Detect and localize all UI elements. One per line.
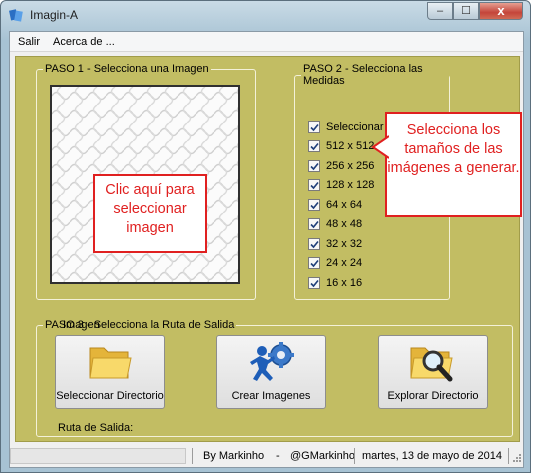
step2-annotation: Selecciona los tamaños de las imágenes a… xyxy=(387,122,520,176)
app-window: Imagin-A ‒ ☐ x Salir Acerca de ... PASO … xyxy=(0,0,531,473)
checkbox-box[interactable] xyxy=(308,179,320,191)
checkbox-label: 24 x 24 xyxy=(326,257,363,269)
menu-salir[interactable]: Salir xyxy=(18,36,40,48)
folder-search-icon xyxy=(408,342,458,387)
status-separator xyxy=(354,448,355,464)
date-text: martes, 13 de mayo de 2014 xyxy=(362,450,503,462)
checkbox-box[interactable] xyxy=(308,160,320,172)
bubble-tail xyxy=(371,135,389,159)
checkbox-128[interactable]: 128 x 128 xyxy=(308,177,374,193)
status-separator xyxy=(192,448,193,464)
create-images-label: Crear Imagenes xyxy=(231,390,311,402)
checkbox-512[interactable]: 512 x 512 xyxy=(308,138,374,154)
maximize-button[interactable]: ☐ xyxy=(453,2,479,20)
checkbox-label: 128 x 128 xyxy=(326,179,375,191)
step2-legend: PASO 2 - Selecciona las Medidas xyxy=(303,63,423,87)
status-bar: By Markinho - @GMarkinho martes, 13 de m… xyxy=(10,445,523,467)
twitter-handle: @GMarkinho xyxy=(290,450,355,462)
step3-legend: PASO 3 - Selecciona la Ruta de Salida xyxy=(45,319,235,331)
minimize-button[interactable]: ‒ xyxy=(427,2,453,20)
progress-cell xyxy=(10,448,186,464)
close-button[interactable]: x xyxy=(479,2,523,20)
checkbox-24[interactable]: 24 x 24 xyxy=(308,255,362,271)
menu-acerca-de[interactable]: Acerca de ... xyxy=(53,36,115,48)
checkbox-32[interactable]: 32 x 32 xyxy=(308,236,362,252)
checkbox-box[interactable] xyxy=(308,238,320,250)
checkbox-box[interactable] xyxy=(308,277,320,289)
dash-text: - xyxy=(276,450,280,462)
explore-directory-button[interactable]: Explorar Directorio xyxy=(378,335,488,409)
checkbox-48[interactable]: 48 x 48 xyxy=(308,216,362,232)
running-man-gear-icon xyxy=(248,342,294,387)
checkbox-box[interactable] xyxy=(308,121,320,133)
status-separator xyxy=(508,448,509,464)
author-text: By Markinho xyxy=(203,450,265,462)
checkbox-box[interactable] xyxy=(308,140,320,152)
checkbox-label: 256 x 256 xyxy=(326,160,375,172)
checkbox-box[interactable] xyxy=(308,199,320,211)
select-directory-button[interactable]: Seleccionar Directorio xyxy=(55,335,165,409)
explore-directory-label: Explorar Directorio xyxy=(387,390,479,402)
folder-icon xyxy=(87,342,133,385)
menu-bar: Salir Acerca de ... xyxy=(10,32,523,52)
checkbox-box[interactable] xyxy=(308,218,320,230)
checkbox-64[interactable]: 64 x 64 xyxy=(308,197,362,213)
checkbox-label: 48 x 48 xyxy=(326,218,363,230)
checkbox-box[interactable] xyxy=(308,257,320,269)
checkbox-256[interactable]: 256 x 256 xyxy=(308,158,374,174)
app-icon xyxy=(8,7,24,23)
checkbox-label: 16 x 16 xyxy=(326,277,363,289)
window-title: Imagin-A xyxy=(30,8,79,22)
step1-legend: PASO 1 - Selecciona una Imagen xyxy=(45,63,209,75)
client-area: Salir Acerca de ... PASO 1 - Selecciona … xyxy=(9,31,524,468)
create-images-button[interactable]: Crear Imagenes xyxy=(216,335,326,409)
title-bar[interactable]: Imagin-A ‒ ☐ x xyxy=(1,1,530,29)
window-controls: ‒ ☐ x xyxy=(427,2,523,21)
checkbox-16[interactable]: 16 x 16 xyxy=(308,275,362,291)
checkbox-label: 512 x 512 xyxy=(326,140,375,152)
checkbox-label: 64 x 64 xyxy=(326,199,363,211)
step2-annotation-bubble: Selecciona los tamaños de las imágenes a… xyxy=(371,112,522,217)
select-directory-label: Seleccionar Directorio xyxy=(56,390,164,402)
output-path-label: Ruta de Salida: xyxy=(58,422,134,434)
step1-annotation: Clic aquí para seleccionar imagen xyxy=(93,174,207,253)
checkbox-label: 32 x 32 xyxy=(326,238,363,250)
resize-grip-icon[interactable] xyxy=(511,452,521,465)
